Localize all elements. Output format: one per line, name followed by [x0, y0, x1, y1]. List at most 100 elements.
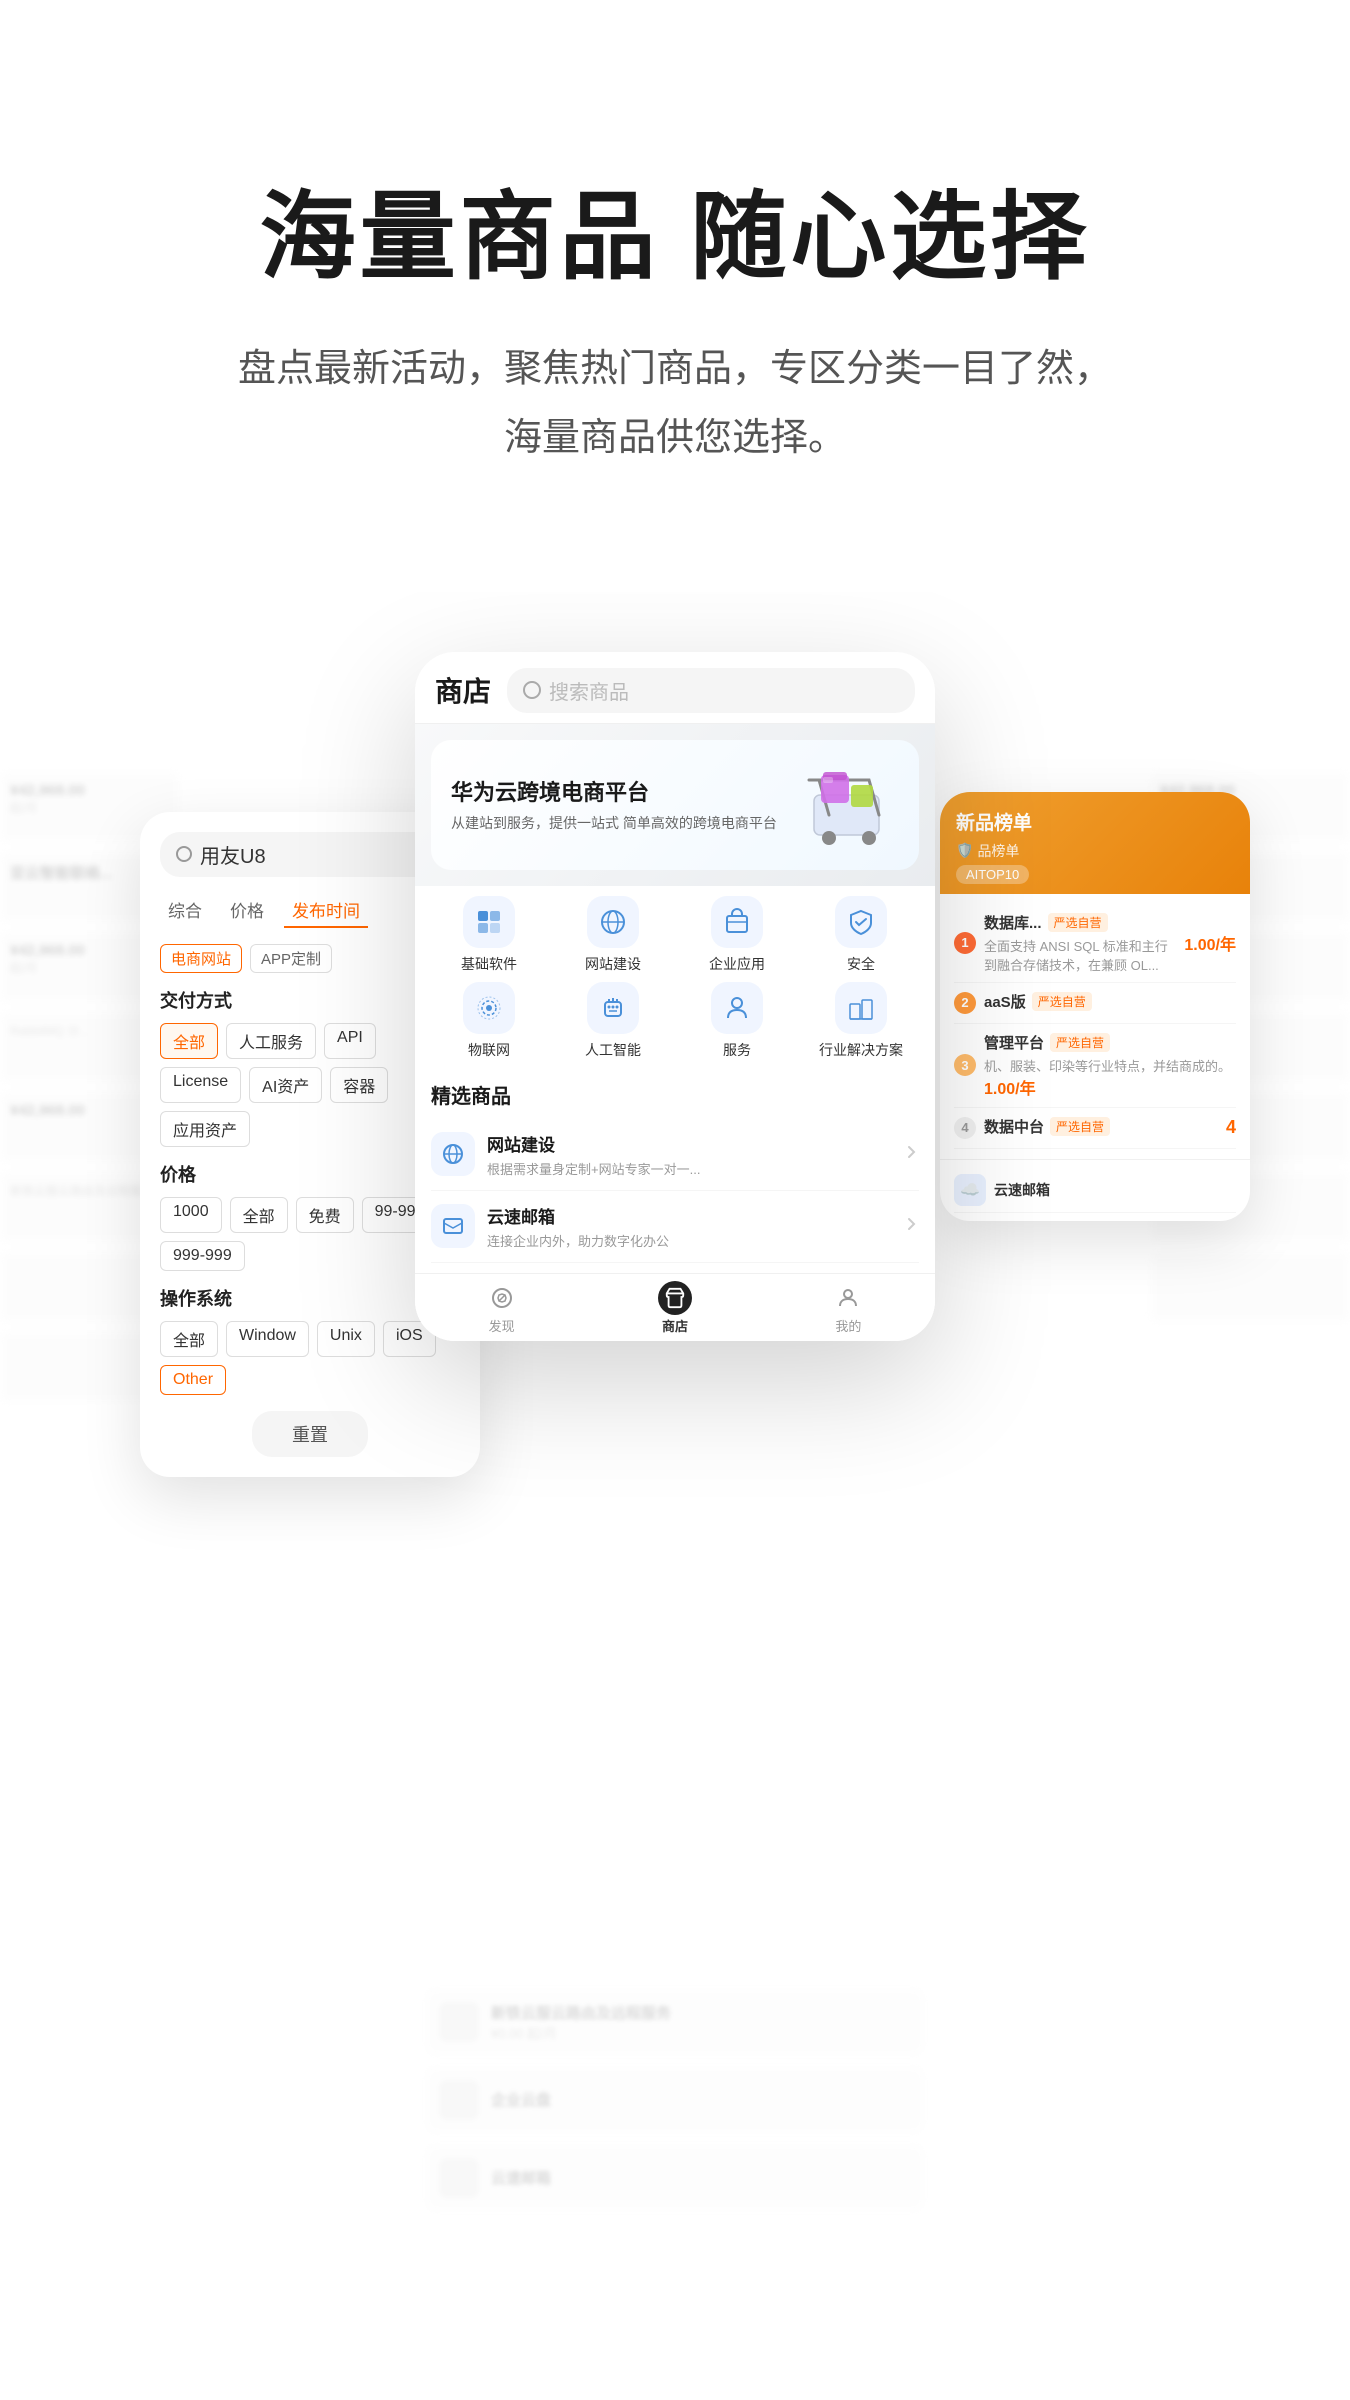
bottom-nav: 发现 商店 — [415, 1273, 935, 1341]
search-text: 用友U8 — [200, 840, 266, 869]
hero-title: 海量商品 随心选择 — [80, 180, 1270, 295]
right-panel-footer: ☁️ 云速邮箱 — [940, 1159, 1250, 1221]
nav-shop[interactable]: 商店 — [588, 1284, 761, 1335]
ranking-list: 1 数据库... 严选自营 全面支持 ANSI SQL 标准和主行到融合存储技术… — [940, 894, 1250, 1159]
hero-section: 海量商品 随心选择 盘点最新活动，聚焦热门商品，专区分类一目了然，海量商品供您选… — [0, 0, 1350, 532]
featured-item-1[interactable]: 网站建设 根据需求量身定制+网站专家一对一... — [431, 1119, 919, 1191]
rank-info-2: aaS版 严选自营 — [984, 991, 1236, 1015]
payment-api[interactable]: API — [324, 1023, 376, 1059]
nav-label-mine: 我的 — [835, 1316, 861, 1335]
rank-name-4: 数据中台 — [984, 1116, 1044, 1137]
faded-price-1: ¥42,968.00 — [10, 782, 170, 799]
main-phone: 商店 搜索商品 华为云跨境电商平台 从建站到服务，提供一站式 简单高效的跨境电商… — [415, 652, 935, 1341]
rank-name-1: 数据库... — [984, 912, 1042, 933]
mockup-area: ¥42,968.00 起/月 亚云智能联络... ¥42,968.00 起/月 … — [0, 592, 1350, 2292]
os-all[interactable]: 全部 — [160, 1321, 218, 1357]
price-999[interactable]: 999-999 — [160, 1241, 245, 1271]
featured-desc-1: 根据需求量身定制+网站专家一对一... — [487, 1159, 891, 1178]
category-iot[interactable]: 物联网 — [431, 982, 547, 1060]
os-window[interactable]: Window — [226, 1321, 309, 1357]
cart-illustration — [799, 760, 899, 850]
category-security[interactable]: 安全 — [803, 896, 919, 974]
category-label-iot: 物联网 — [468, 1040, 510, 1060]
search-icon-main — [523, 681, 541, 699]
rp-icon-1: ☁️ — [954, 1174, 986, 1206]
banner-title: 华为云跨境电商平台 — [451, 775, 799, 807]
price-free[interactable]: 免费 — [296, 1197, 354, 1233]
os-other[interactable]: Other — [160, 1365, 226, 1395]
payment-license[interactable]: License — [160, 1067, 241, 1103]
featured-name-1: 网站建设 — [487, 1131, 891, 1156]
search-placeholder: 搜索商品 — [549, 676, 629, 705]
filter-tab-price[interactable]: 价格 — [222, 893, 272, 928]
featured-icon-1 — [431, 1132, 475, 1176]
category-icon-iot — [463, 982, 515, 1034]
featured-item-2[interactable]: 云速邮箱 连接企业内外，助力数字化办公 — [431, 1191, 919, 1263]
category-industry[interactable]: 行业解决方案 — [803, 982, 919, 1060]
phone-header: 商店 搜索商品 — [415, 652, 935, 724]
phone-banner: 华为云跨境电商平台 从建站到服务，提供一站式 简单高效的跨境电商平台 — [415, 724, 935, 886]
rank-num-1: 1 — [954, 932, 976, 954]
rank-info-4: 数据中台 严选自营 — [984, 1116, 1218, 1140]
price-all[interactable]: 全部 — [230, 1197, 288, 1233]
faded-title-1: 起/月 — [10, 799, 170, 816]
payment-container[interactable]: 容器 — [330, 1067, 388, 1103]
rank-tag-3: 严选自营 — [1050, 1033, 1110, 1052]
nav-mine[interactable]: 我的 — [762, 1284, 935, 1335]
featured-icon-2 — [431, 1204, 475, 1248]
filter-tab-time[interactable]: 发布时间 — [284, 893, 368, 928]
right-icon-2 — [903, 1216, 919, 1237]
subtab-app[interactable]: APP定制 — [250, 944, 332, 973]
price-1000[interactable]: 1000 — [160, 1197, 222, 1233]
rank-desc-1: 全面支持 ANSI SQL 标准和主行到融合存储技术，在兼顾 OL... — [984, 936, 1176, 974]
category-service[interactable]: 服务 — [679, 982, 795, 1060]
search-bar[interactable]: 搜索商品 — [507, 668, 915, 713]
banner-content: 华为云跨境电商平台 从建站到服务，提供一站式 简单高效的跨境电商平台 — [431, 740, 919, 870]
category-icon-security — [835, 896, 887, 948]
reset-button[interactable]: 重置 — [252, 1411, 368, 1457]
category-enterprise[interactable]: 企业应用 — [679, 896, 795, 974]
ranking-item-1: 1 数据库... 严选自营 全面支持 ANSI SQL 标准和主行到融合存储技术… — [954, 904, 1236, 983]
payment-all[interactable]: 全部 — [160, 1023, 218, 1059]
category-icon-industry — [835, 982, 887, 1034]
mine-icon — [834, 1284, 862, 1312]
ranking-badge: AITOP10 — [956, 865, 1029, 884]
featured-desc-2: 连接企业内外，助力数字化办公 — [487, 1231, 891, 1250]
os-options: 全部 Window Unix iOS Other — [160, 1321, 460, 1395]
rank-price-3: 1.00/年 — [984, 1075, 1236, 1099]
nav-label-discover: 发现 — [489, 1316, 515, 1335]
rank-name-2: aaS版 — [984, 991, 1026, 1012]
featured-name-2: 云速邮箱 — [487, 1203, 891, 1228]
rank-info-3: 管理平台 严选自营 机、服装、印染等行业特点，并结商成的。 1.00/年 — [984, 1032, 1236, 1099]
featured-info-2: 云速邮箱 连接企业内外，助力数字化办公 — [487, 1203, 891, 1250]
bottom-item-price-1: ¥0.00 起/月 — [491, 2023, 671, 2042]
payment-ai[interactable]: AI资产 — [249, 1067, 322, 1103]
payment-app-asset[interactable]: 应用资产 — [160, 1111, 250, 1147]
rank-tag-4: 严选自营 — [1050, 1117, 1110, 1136]
category-label-website: 网站建设 — [585, 954, 641, 974]
rank-info-1: 数据库... 严选自营 全面支持 ANSI SQL 标准和主行到融合存储技术，在… — [984, 912, 1176, 974]
rank-tag-2: 严选自营 — [1032, 992, 1092, 1011]
category-basic-software[interactable]: 基础软件 — [431, 896, 547, 974]
nav-discover[interactable]: 发现 — [415, 1284, 588, 1335]
rank-desc-3: 机、服装、印染等行业特点，并结商成的。 — [984, 1056, 1236, 1075]
category-label-security: 安全 — [847, 954, 875, 974]
rank-num-3: 3 — [954, 1054, 976, 1076]
category-ai[interactable]: 人工智能 — [555, 982, 671, 1060]
category-website[interactable]: 网站建设 — [555, 896, 671, 974]
ranking-item-3: 3 管理平台 严选自营 机、服装、印染等行业特点，并结商成的。 1.00/年 — [954, 1024, 1236, 1108]
featured-title: 精选商品 — [431, 1080, 919, 1109]
rank-num-2: 2 — [954, 992, 976, 1014]
ranking-item-2: 2 aaS版 严选自营 — [954, 983, 1236, 1024]
rp-product-1: ☁️ 云速邮箱 — [954, 1168, 1236, 1213]
filter-tab-zonghe[interactable]: 综合 — [160, 893, 210, 928]
category-icon-enterprise — [711, 896, 763, 948]
subtab-ecommerce[interactable]: 电商网站 — [160, 944, 242, 973]
ranking-sub-title: 品榜单 — [977, 841, 1019, 861]
os-unix[interactable]: Unix — [317, 1321, 375, 1357]
category-icon-service — [711, 982, 763, 1034]
banner-text: 华为云跨境电商平台 从建站到服务，提供一站式 简单高效的跨境电商平台 — [451, 775, 799, 834]
category-label-industry: 行业解决方案 — [819, 1040, 903, 1060]
shield-icon: 🛡️ — [956, 842, 973, 859]
payment-manual[interactable]: 人工服务 — [226, 1023, 316, 1059]
